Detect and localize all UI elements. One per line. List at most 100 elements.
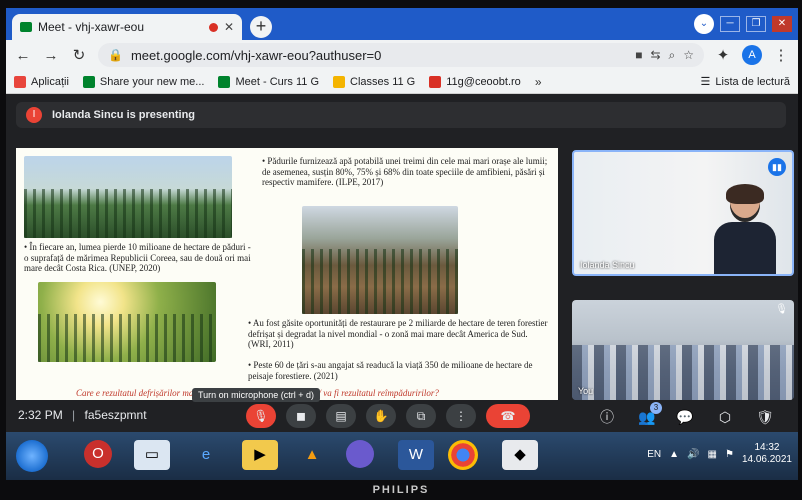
slide-text-water: • Pădurile furnizează apă potabilă unei …	[262, 156, 548, 187]
show-hidden-icons-icon[interactable]: ▲	[669, 449, 679, 460]
bookmark-label: Classes 11 G	[350, 75, 416, 88]
taskbar-time: 14:32	[754, 442, 780, 453]
profile-avatar[interactable]: A	[742, 45, 762, 65]
slide-text-countries: • Peste 60 de țări s-au angajat să readu…	[248, 360, 533, 381]
participant-tile-teacher[interactable]: ▮▮ Iolanda Sincu	[572, 150, 794, 276]
sunlit-forest-image	[38, 282, 216, 362]
bookmark-label: Aplicații	[31, 75, 69, 88]
activities-icon[interactable]: ⬡	[714, 406, 736, 428]
monitor-brand-logo: PHILIPS	[372, 484, 430, 496]
tab-title: Meet - vhj-xawr-eou	[38, 20, 145, 34]
bookmark-apps[interactable]: Aplicații	[14, 75, 69, 88]
bookmark-label: Meet - Curs 11 G	[235, 75, 320, 88]
action-center-icon[interactable]: ⚑	[725, 449, 734, 460]
menu-kebab-icon[interactable]: ⋮	[772, 46, 790, 64]
raise-hand-button[interactable]: ✋	[366, 404, 396, 428]
translate-icon[interactable]: ⇆	[650, 48, 660, 62]
window-controls: ⌄ ─ ❐ ✕	[694, 14, 792, 34]
chrome-icon[interactable]	[448, 440, 478, 470]
participants-icon[interactable]: 👥 3	[636, 402, 662, 428]
present-button[interactable]: ⧉	[406, 404, 436, 428]
reading-list-label: Lista de lectură	[715, 75, 790, 88]
bookmark-classes[interactable]: Classes 11 G	[333, 75, 416, 88]
bookmark-share[interactable]: Share your new me...	[82, 75, 205, 88]
bookmark-label: 11g@ceoobt.ro	[446, 75, 521, 88]
speaking-indicator-icon: ▮▮	[768, 158, 786, 176]
forward-icon[interactable]: →	[42, 47, 60, 64]
start-button[interactable]	[16, 440, 48, 472]
network-icon[interactable]: ▦	[708, 449, 717, 460]
more-options-button[interactable]: ⋮	[446, 404, 476, 428]
camera-button[interactable]: ◼	[286, 404, 316, 428]
file-explorer-icon[interactable]: ▭	[134, 440, 170, 470]
taskbar-date: 14.06.2021	[741, 454, 792, 465]
new-tab-button[interactable]: +	[250, 16, 272, 38]
system-tray: EN ▲ 🔊 ▦ ⚑ 14:32 14.06.2021	[647, 442, 792, 466]
vlc-icon[interactable]: ▲	[294, 440, 330, 470]
participant-tile-self[interactable]: 🎙 You	[572, 300, 794, 400]
bookmark-label: Share your new me...	[99, 75, 205, 88]
microphone-button[interactable]: 🎙	[246, 404, 276, 428]
meet-area: I Iolanda Sincu is presenting • Pădurile…	[6, 94, 798, 430]
reading-list-button[interactable]: ☰ Lista de lectură	[700, 75, 790, 89]
maximize-button[interactable]: ❐	[746, 16, 766, 32]
presentation-slide: • Pădurile furnizează apă potabilă unei …	[16, 148, 558, 400]
slide-text-restoration: • Au fost găsite oportunități de restaur…	[248, 318, 548, 349]
lock-icon[interactable]: 🔒	[108, 48, 123, 62]
meet-icon	[218, 75, 231, 88]
bookmark-gmail[interactable]: 11g@ceoobt.ro	[429, 75, 521, 88]
mic-off-icon: 🎙	[775, 304, 788, 315]
screen: Meet - vhj-xawr-eou ✕ + ⌄ ─ ❐ ✕ ← → ↻ 🔒 …	[6, 8, 798, 480]
participant-name: Iolanda Sincu	[580, 260, 635, 270]
language-indicator[interactable]: EN	[647, 449, 661, 460]
end-call-button[interactable]: ☎	[486, 404, 530, 428]
meeting-info: 2:32 PM | fa5eszpmnt	[18, 408, 147, 422]
taskbar-clock[interactable]: 14:32 14.06.2021	[742, 442, 792, 466]
chat-icon[interactable]: 💬	[674, 406, 696, 428]
meeting-code[interactable]: fa5eszpmnt	[85, 408, 147, 422]
paint-icon[interactable]: ◆	[502, 440, 538, 470]
volume-icon[interactable]: 🔊	[687, 449, 699, 460]
captions-button[interactable]: ▤	[326, 404, 356, 428]
tab-close-icon[interactable]: ✕	[224, 20, 234, 34]
windows-taskbar: O ▭ e ▶ ▲ W ◆ EN ▲ 🔊 ▦ ⚑ 14:32 14.06.202…	[6, 432, 798, 480]
bookmarks-bar: Aplicații Share your new me... Meet - Cu…	[6, 70, 798, 94]
chrome-profile-icon[interactable]: ⌄	[694, 14, 714, 34]
media-player-icon[interactable]: ▶	[242, 440, 278, 470]
presenter-avatar-icon: I	[26, 107, 42, 123]
camera-icon[interactable]: ■	[635, 48, 642, 62]
reading-list-icon: ☰	[700, 76, 711, 88]
extensions-icon[interactable]: ✦	[714, 46, 732, 64]
bookmark-meet-curs[interactable]: Meet - Curs 11 G	[218, 75, 320, 88]
slide-text-loss: • În fiecare an, lumea pierde 10 milioan…	[24, 242, 251, 273]
browser-tab-meet[interactable]: Meet - vhj-xawr-eou ✕	[12, 14, 242, 40]
minimize-button[interactable]: ─	[720, 16, 740, 32]
firefox-icon[interactable]	[346, 440, 374, 468]
host-controls-icon[interactable]: 🛡	[754, 406, 776, 428]
opera-icon[interactable]: O	[84, 440, 112, 468]
recording-dot-icon	[208, 22, 218, 32]
close-window-button[interactable]: ✕	[772, 16, 792, 32]
bookmarks-more-button[interactable]: »	[535, 75, 542, 89]
classroom-icon	[333, 75, 346, 88]
meeting-time: 2:32 PM	[18, 408, 63, 422]
reload-icon[interactable]: ↻	[70, 46, 88, 64]
info-icon[interactable]: ⓘ	[596, 406, 618, 428]
presenting-text: Iolanda Sincu is presenting	[52, 109, 196, 121]
meet-favicon-icon	[20, 22, 32, 32]
meet-icon	[82, 75, 95, 88]
gmail-icon	[429, 75, 442, 88]
participant-name: You	[578, 386, 594, 396]
classroom-video	[572, 345, 794, 400]
address-bar[interactable]: 🔒 meet.google.com/vhj-xawr-eou?authuser=…	[98, 43, 704, 67]
misty-forest-image	[24, 156, 232, 238]
participants-count-badge: 3	[650, 402, 662, 414]
internet-explorer-icon[interactable]: e	[188, 440, 224, 470]
back-icon[interactable]: ←	[14, 47, 32, 64]
bookmark-star-icon[interactable]: ☆	[683, 48, 694, 62]
zoom-icon[interactable]: ⌕	[669, 48, 676, 63]
mic-tooltip: Turn on microphone (ctrl + d)	[192, 388, 320, 402]
presenting-banner: I Iolanda Sincu is presenting	[16, 102, 786, 128]
word-icon[interactable]: W	[398, 440, 434, 470]
browser-toolbar: ← → ↻ 🔒 meet.google.com/vhj-xawr-eou?aut…	[6, 40, 798, 70]
